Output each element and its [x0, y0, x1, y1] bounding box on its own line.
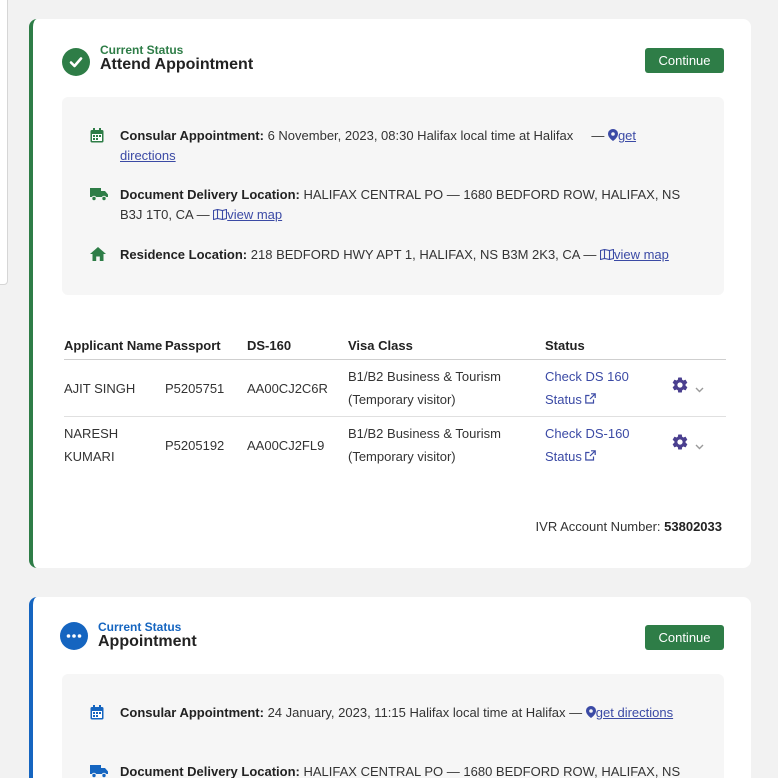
status-link-line: Check DS 160 [545, 369, 629, 384]
chevron-down-icon[interactable] [695, 377, 704, 400]
status-title: Attend Appointment [100, 56, 254, 73]
view-map-link[interactable]: view map [227, 207, 282, 222]
status-link-line2: Status [545, 445, 671, 468]
external-link-icon [585, 449, 597, 464]
visa-class: B1/B2 Business & Tourism (Temporary visi… [348, 359, 545, 417]
home-icon [90, 247, 106, 263]
status-label: Current Status [100, 43, 184, 57]
map-pin-icon [607, 127, 618, 141]
visa-class-subline: (Temporary visitor) [348, 392, 456, 407]
passport-number: P5205192 [165, 437, 225, 453]
calendar-icon [90, 705, 106, 721]
side-panel [0, 0, 8, 285]
status-label: Current Status [98, 620, 182, 634]
ds160-number: AA00CJ2FL9 [247, 437, 325, 453]
map-icon [599, 246, 615, 261]
row-actions-menu[interactable] [671, 433, 726, 458]
residence-location-label: Residence Location: [120, 247, 248, 262]
row-actions-menu[interactable] [671, 376, 726, 401]
column-header-applicant-name: Applicant Name [64, 339, 165, 360]
column-header-status: Status [545, 339, 671, 360]
consular-appointment-label: Consular Appointment: [120, 705, 264, 720]
consular-appointment-row: Consular Appointment: 6 November, 2023, … [90, 126, 690, 166]
more-dots-icon [60, 622, 88, 650]
column-header-visa-class: Visa Class [348, 339, 545, 360]
truck-icon [90, 187, 108, 203]
external-link-icon [585, 392, 597, 407]
continue-button[interactable]: Continue [645, 48, 724, 73]
map-icon [213, 206, 228, 221]
column-header-ds160: DS-160 [247, 339, 348, 360]
column-header-actions [671, 339, 726, 360]
consular-appointment-row: Consular Appointment: 24 January, 2023, … [90, 703, 690, 723]
document-delivery-value: HALIFAX CENTRAL PO — 1680 BEDFORD ROW, H… [303, 764, 681, 778]
appointment-details: Consular Appointment: 6 November, 2023, … [62, 97, 724, 295]
map-pin-icon [585, 704, 596, 718]
ivr-label: IVR Account Number: [535, 519, 661, 534]
separator: — [576, 128, 605, 143]
check-ds160-status-link[interactable]: Check DS 160 Status [545, 365, 671, 411]
consular-appointment-value: 24 January, 2023, 11:15 Halifax local ti… [267, 705, 583, 720]
document-delivery-label: Document Delivery Location: [120, 764, 300, 778]
visa-class: B1/B2 Business & Tourism (Temporary visi… [348, 417, 545, 474]
status-cell: Check DS-160 Status [545, 417, 671, 474]
visa-class-line: B1/B2 Business & Tourism [348, 369, 501, 384]
table-header-row: Applicant Name Passport DS-160 Visa Clas… [64, 339, 726, 360]
appointment-card-previous: Current Status Appointment Continue Cons… [29, 597, 751, 778]
calendar-icon [90, 128, 106, 144]
status-title: Appointment [98, 633, 197, 650]
table-row: AJIT SINGH P5205751 AA00CJ2C6R B1/B2 Bus… [64, 359, 726, 417]
consular-appointment-value: 6 November, 2023, 08:30 Halifax local ti… [267, 128, 574, 143]
check-icon [62, 48, 90, 76]
applicant-name: AJIT SINGH [64, 359, 165, 417]
check-ds160-status-link[interactable]: Check DS-160 Status [545, 422, 671, 468]
status-link-line2: Status [545, 388, 671, 411]
document-delivery-label: Document Delivery Location: [120, 187, 300, 202]
applicants-table: Applicant Name Passport DS-160 Visa Clas… [64, 339, 726, 474]
chevron-down-icon[interactable] [695, 434, 704, 457]
column-header-passport: Passport [165, 339, 247, 360]
status-link-text: Status [545, 392, 582, 407]
passport-number: P5205751 [165, 359, 247, 417]
visa-class-subline: (Temporary visitor) [348, 449, 456, 465]
applicant-name: NARESH KUMARI [64, 426, 119, 465]
document-delivery-row: Document Delivery Location: HALIFAX CENT… [90, 762, 690, 778]
table-row: NARESH KUMARI P5205192 AA00CJ2FL9 B1/B2 … [64, 417, 726, 474]
appointment-details: Consular Appointment: 24 January, 2023, … [62, 674, 724, 778]
appointment-card-current: Current Status Attend Appointment Contin… [29, 19, 751, 568]
visa-class-line: B1/B2 Business & Tourism [348, 426, 501, 442]
view-map-link[interactable]: view map [614, 247, 669, 262]
ivr-value: 53802033 [664, 519, 722, 534]
get-directions-link[interactable]: get directions [596, 705, 673, 720]
actions-cell [671, 359, 726, 417]
ds160-number: AA00CJ2C6R [247, 359, 348, 417]
status-link-line: Check DS-160 [545, 426, 630, 442]
status-cell: Check DS 160 Status [545, 359, 671, 417]
document-delivery-row: Document Delivery Location: HALIFAX CENT… [90, 185, 690, 225]
actions-cell [671, 417, 726, 474]
gear-icon[interactable] [671, 376, 689, 401]
gear-icon[interactable] [671, 433, 689, 458]
truck-icon [90, 764, 108, 778]
ivr-account-number: IVR Account Number: 53802033 [536, 519, 722, 534]
continue-button[interactable]: Continue [645, 625, 724, 650]
residence-location-row: Residence Location: 218 BEDFORD HWY APT … [90, 245, 720, 265]
status-link-text: Status [545, 449, 582, 465]
residence-location-value: 218 BEDFORD HWY APT 1, HALIFAX, NS B3M 2… [250, 247, 597, 262]
consular-appointment-label: Consular Appointment: [120, 128, 264, 143]
